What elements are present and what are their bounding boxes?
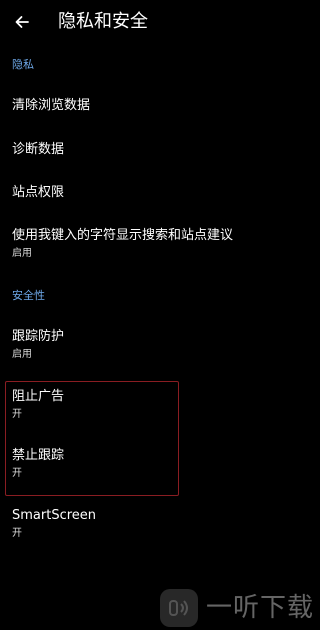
settings-page: 隐私和安全 隐私 清除浏览数据 诊断数据 站点权限 使用我键入的字符显示搜索和站… bbox=[0, 0, 320, 630]
section-header-privacy: 隐私 bbox=[12, 58, 34, 71]
site-permissions-item[interactable]: 站点权限 bbox=[0, 177, 320, 211]
list-item-title: 跟踪防护 bbox=[12, 329, 65, 344]
list-item-title: 阻止广告 bbox=[12, 389, 65, 404]
list-item-title: 站点权限 bbox=[12, 185, 65, 200]
list-item-title: SmartScreen bbox=[12, 508, 97, 523]
list-item-title: 清除浏览数据 bbox=[12, 98, 91, 113]
watermark-logo-icon bbox=[160, 589, 198, 627]
list-item-status: 开 bbox=[12, 528, 22, 539]
list-item-status: 启用 bbox=[12, 349, 32, 360]
list-item-status: 开 bbox=[12, 468, 22, 479]
smartscreen-item[interactable]: SmartScreen 开 bbox=[0, 501, 320, 545]
tracking-prevention-item[interactable]: 跟踪防护 启用 bbox=[0, 322, 320, 366]
list-item-status: 启用 bbox=[12, 248, 32, 259]
block-ads-item[interactable]: 阻止广告 开 bbox=[0, 382, 320, 426]
diagnostic-data-item[interactable]: 诊断数据 bbox=[0, 134, 320, 168]
section-header-security: 安全性 bbox=[12, 289, 45, 302]
app-bar: 隐私和安全 bbox=[0, 0, 320, 44]
watermark-text: 一听下载 bbox=[206, 593, 315, 623]
list-item-title: 使用我键入的字符显示搜索和站点建议 bbox=[12, 228, 234, 243]
list-item-status: 开 bbox=[12, 409, 22, 420]
clear-browsing-data-item[interactable]: 清除浏览数据 bbox=[0, 90, 320, 124]
do-not-track-item[interactable]: 禁止跟踪 开 bbox=[0, 441, 320, 485]
search-suggestions-item[interactable]: 使用我键入的字符显示搜索和站点建议 启用 bbox=[0, 222, 320, 266]
list-item-title: 诊断数据 bbox=[12, 142, 65, 157]
watermark: 一听下载 bbox=[160, 588, 314, 628]
list-item-title: 禁止跟踪 bbox=[12, 448, 65, 463]
back-button[interactable] bbox=[8, 8, 36, 36]
arrow-left-icon bbox=[15, 16, 29, 28]
page-title: 隐私和安全 bbox=[58, 11, 148, 32]
